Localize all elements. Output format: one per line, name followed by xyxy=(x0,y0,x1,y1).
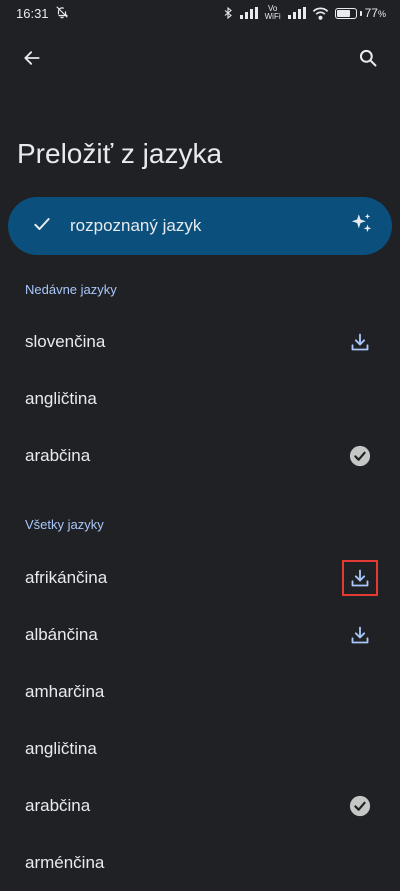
language-name: afrikánčina xyxy=(25,567,108,587)
language-name: slovenčina xyxy=(25,331,106,351)
language-name: angličtina xyxy=(25,388,97,408)
page-title: Preložiť z jazyka xyxy=(17,138,223,169)
language-name: amharčina xyxy=(25,681,105,701)
battery-level: 77 xyxy=(364,6,378,20)
download-button[interactable] xyxy=(342,559,378,596)
downloaded-indicator xyxy=(344,790,376,822)
language-row-arabcina-all[interactable]: arabčina xyxy=(0,777,400,834)
bluetooth-icon xyxy=(222,6,234,20)
top-app-bar xyxy=(0,40,400,80)
check-icon xyxy=(32,214,52,239)
signal-icon-2 xyxy=(287,7,306,19)
language-row-afrikancina[interactable]: afrikánčina xyxy=(0,549,400,606)
language-row-armencina[interactable]: arménčina xyxy=(0,834,400,891)
check-circle-icon xyxy=(349,795,371,816)
language-row-anglictina[interactable]: angličtina xyxy=(0,370,400,427)
arrow-back-icon xyxy=(22,48,42,73)
sparkle-icon xyxy=(348,211,374,242)
download-icon xyxy=(351,333,369,350)
download-icon xyxy=(351,626,369,643)
language-name: arabčina xyxy=(25,795,91,815)
battery-icon xyxy=(334,7,357,19)
vowifi-label: Vo WiFi xyxy=(264,4,281,21)
signal-icon xyxy=(239,7,258,19)
check-circle-icon xyxy=(349,445,371,466)
language-row-slovencina[interactable]: slovenčina xyxy=(0,313,400,370)
battery-indicator: 77% xyxy=(334,6,386,20)
downloaded-indicator xyxy=(344,440,376,472)
recent-languages-header: Nedávne jazyky xyxy=(25,282,117,297)
download-button[interactable] xyxy=(344,326,376,358)
language-name: angličtina xyxy=(25,738,97,758)
back-button[interactable] xyxy=(16,44,48,76)
language-row-anglictina-all[interactable]: angličtina xyxy=(0,720,400,777)
search-icon xyxy=(358,48,378,73)
detect-language-label: rozpoznaný jazyk xyxy=(70,216,202,235)
download-button[interactable] xyxy=(344,619,376,651)
wifi-icon xyxy=(312,7,329,20)
detect-language-option[interactable]: rozpoznaný jazyk xyxy=(8,197,392,255)
download-icon xyxy=(351,569,369,586)
status-bar: 16:31 Vo WiFi 77% xyxy=(0,0,400,26)
language-row-albancina[interactable]: albánčina xyxy=(0,606,400,663)
language-row-amharcina[interactable]: amharčina xyxy=(0,663,400,720)
language-name: albánčina xyxy=(25,624,98,644)
all-languages-header: Všetky jazyky xyxy=(25,517,104,532)
language-row-arabcina[interactable]: arabčina xyxy=(0,427,400,484)
language-name: arabčina xyxy=(25,445,91,465)
battery-unit: % xyxy=(377,9,386,19)
search-button[interactable] xyxy=(352,44,384,76)
notifications-off-icon xyxy=(55,5,69,22)
status-time: 16:31 xyxy=(16,5,49,21)
language-name: arménčina xyxy=(25,852,105,872)
